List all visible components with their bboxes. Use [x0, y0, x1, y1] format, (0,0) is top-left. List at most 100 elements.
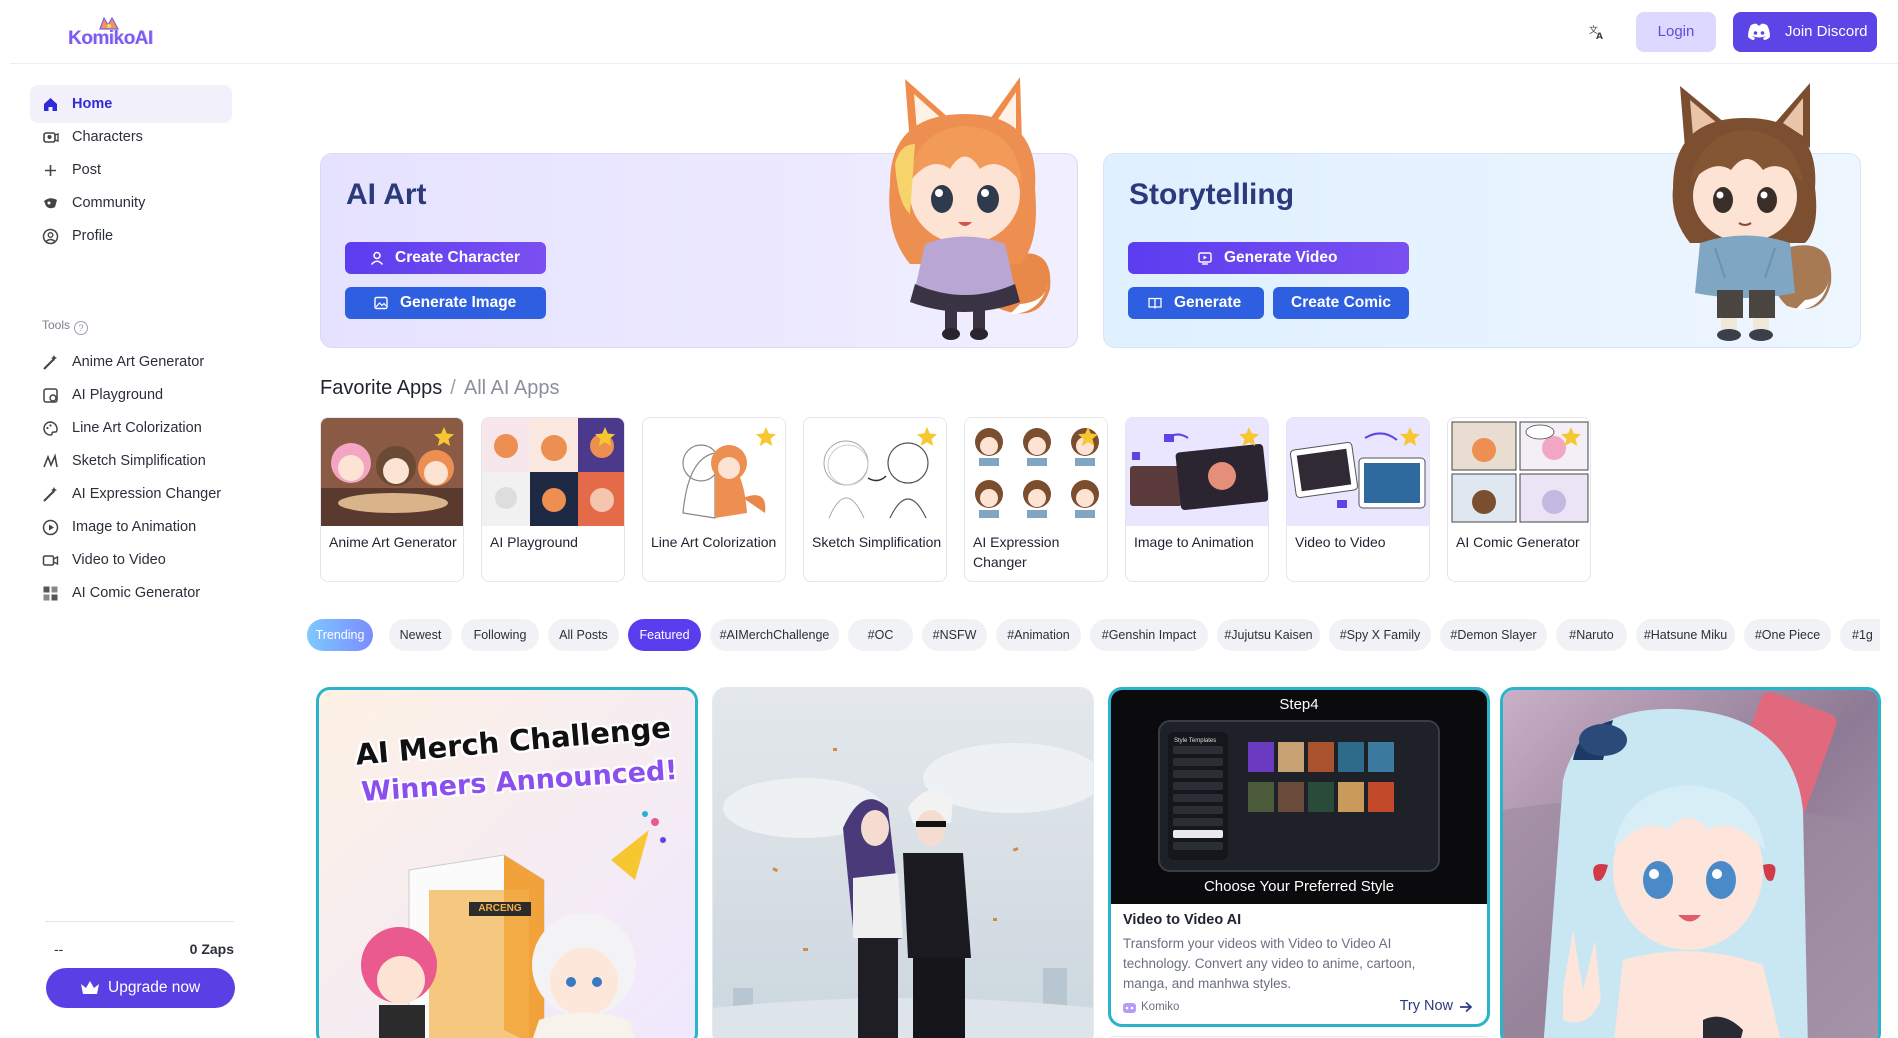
favorite-apps-tab[interactable]: Favorite Apps — [320, 377, 442, 399]
generate-image-button[interactable]: Generate Image — [345, 287, 546, 319]
app-root: KomikoAI 文 A Login Join Discord Home Cha… — [0, 0, 1898, 1038]
discord-icon — [1748, 23, 1770, 40]
author-name: Komiko — [1141, 1001, 1180, 1013]
card-author[interactable]: Komiko — [1123, 1001, 1179, 1013]
upgrade-now-button[interactable]: Upgrade now — [46, 968, 235, 1008]
favorite-star-icon[interactable] — [433, 426, 455, 448]
generate-video-label: Generate Video — [1224, 249, 1338, 266]
feed-card-artwork-girl[interactable] — [1500, 687, 1881, 1038]
style-panel-title: Style Templates — [1174, 738, 1217, 744]
favorite-star-icon[interactable] — [1560, 426, 1582, 448]
tag-animation[interactable]: #Animation — [996, 619, 1081, 651]
step-label: Step4 — [1279, 696, 1319, 713]
community-icon — [44, 198, 57, 209]
tag-nsfw[interactable]: #NSFW — [922, 619, 987, 651]
app-card-video-to-video[interactable]: Video to Video — [1286, 417, 1430, 582]
tag-following[interactable]: Following — [461, 619, 539, 651]
sidebar-footer-divider — [45, 921, 234, 922]
sidebar-tool-anime-art-generator[interactable]: Anime Art Generator — [30, 344, 232, 380]
tag-genshin-impact[interactable]: #Genshin Impact — [1090, 619, 1208, 651]
komiko-avatar-icon — [1123, 1003, 1136, 1013]
app-card-line-art-colorization[interactable]: Line Art Colorization — [642, 417, 786, 582]
sidebar-tool-image-to-animation[interactable]: Image to Animation — [30, 509, 232, 545]
sidebar-item-label: Profile — [72, 228, 114, 244]
sidebar-item-label: Community — [72, 195, 146, 211]
logo-text: KomikoAI — [68, 28, 153, 49]
tag-featured[interactable]: Featured — [628, 619, 701, 651]
tool-label: AI Expression Changer — [72, 486, 222, 502]
sidebar-tool-line-art-colorization[interactable]: Line Art Colorization — [30, 410, 232, 446]
sidebar: Home Characters Post Community Profile T… — [10, 64, 242, 1038]
favorite-star-icon[interactable] — [1238, 426, 1260, 448]
palette-icon — [43, 421, 58, 436]
translate-icon[interactable]: 文 A — [1585, 20, 1609, 44]
app-card-sketch-simplification[interactable]: Sketch Simplification — [803, 417, 947, 582]
fox-girl-mascot — [889, 77, 1051, 340]
tag-hatsune-miku[interactable]: #Hatsune Miku — [1636, 619, 1735, 651]
upgrade-label: Upgrade now — [108, 979, 201, 996]
all-ai-apps-tab[interactable]: All AI Apps — [464, 377, 560, 399]
sidebar-tool-video-to-video[interactable]: Video to Video — [30, 542, 232, 578]
tool-label: Sketch Simplification — [72, 453, 206, 469]
favorite-star-icon[interactable] — [1399, 426, 1421, 448]
generate-image-label: Generate Image — [400, 294, 517, 311]
create-comic-label: Create Comic — [1291, 294, 1391, 311]
app-card-ai-comic-generator[interactable]: AI Comic Generator — [1447, 417, 1591, 582]
feed-card-artwork-couple[interactable] — [712, 687, 1094, 1038]
app-card-anime-art-generator[interactable]: Anime Art Generator — [320, 417, 464, 582]
favorite-star-icon[interactable] — [916, 426, 938, 448]
sidebar-tool-ai-expression-changer[interactable]: AI Expression Changer — [30, 476, 232, 512]
app-label: Image to Animation — [1134, 534, 1254, 550]
tool-label: AI Playground — [72, 387, 164, 403]
tag-partial[interactable]: #1g — [1840, 619, 1880, 651]
couple-artwork — [713, 688, 1093, 1038]
tag-demon-slayer[interactable]: #Demon Slayer — [1440, 619, 1547, 651]
help-icon[interactable]: ? — [74, 321, 89, 335]
join-discord-button[interactable]: Join Discord — [1733, 12, 1877, 52]
login-button[interactable]: Login — [1636, 12, 1716, 52]
book-icon — [1148, 297, 1162, 309]
sidebar-item-profile[interactable]: Profile — [30, 217, 232, 255]
tag-jujutsu-kaisen[interactable]: #Jujutsu Kaisen — [1217, 619, 1320, 651]
card-title: Video to Video AI — [1123, 912, 1242, 928]
image-icon — [374, 296, 388, 310]
favorite-star-icon[interactable] — [594, 426, 616, 448]
tag-aimerchchallenge[interactable]: #AIMerchChallenge — [710, 619, 839, 651]
tag-all-posts[interactable]: All Posts — [548, 619, 619, 651]
tools-heading-label: Tools — [42, 318, 71, 332]
try-now-link[interactable]: Try Now — [1400, 998, 1473, 1014]
tag-newest[interactable]: Newest — [389, 619, 452, 651]
tablet-mockup: Style Templates — [1158, 720, 1440, 872]
storytelling-title: Storytelling — [1129, 178, 1295, 211]
app-card-image-to-animation[interactable]: Image to Animation — [1125, 417, 1269, 582]
tag-trending[interactable]: Trending — [307, 619, 373, 651]
sidebar-tool-ai-playground[interactable]: AI Playground — [30, 377, 232, 413]
favorite-star-icon[interactable] — [1077, 426, 1099, 448]
komiko-logo[interactable]: KomikoAI — [68, 16, 153, 49]
feed-card-merch-challenge[interactable]: AI Merch Challenge Winners Announced! AR… — [316, 687, 698, 1038]
magic-wand-icon — [43, 355, 57, 370]
sidebar-tool-ai-comic-generator[interactable]: AI Comic Generator — [30, 575, 232, 611]
tools-heading: Tools? — [42, 318, 89, 335]
tag-one-piece[interactable]: #One Piece — [1744, 619, 1831, 651]
tag-spy-x-family[interactable]: #Spy X Family — [1329, 619, 1431, 651]
favorite-star-icon[interactable] — [755, 426, 777, 448]
tool-label: Line Art Colorization — [72, 420, 202, 436]
create-comic-button[interactable]: Create Comic — [1273, 287, 1409, 319]
create-character-button[interactable]: Create Character — [345, 242, 546, 274]
app-label: Video to Video — [1295, 534, 1386, 550]
sidebar-item-label: Characters — [72, 129, 143, 145]
generate-video-button[interactable]: Generate Video — [1128, 242, 1409, 274]
app-card-ai-playground[interactable]: AI Playground — [481, 417, 625, 582]
app-card-ai-expression-changer[interactable]: AI Expression Changer — [964, 417, 1108, 582]
tool-label: AI Comic Generator — [72, 585, 201, 601]
sidebar-tool-sketch-simplification[interactable]: Sketch Simplification — [30, 443, 232, 479]
play-circle-icon — [42, 519, 59, 536]
generate-story-button[interactable]: Generate — [1128, 287, 1264, 319]
comic-grid-icon — [43, 586, 58, 601]
characters-icon — [43, 132, 59, 143]
tag-oc[interactable]: #OC — [848, 619, 913, 651]
feed-card-video-to-video-ai[interactable]: Step4 Style Templates Choose Your Prefer… — [1108, 687, 1490, 1027]
ai-art-title: AI Art — [346, 178, 427, 211]
tag-naruto[interactable]: #Naruto — [1556, 619, 1627, 651]
